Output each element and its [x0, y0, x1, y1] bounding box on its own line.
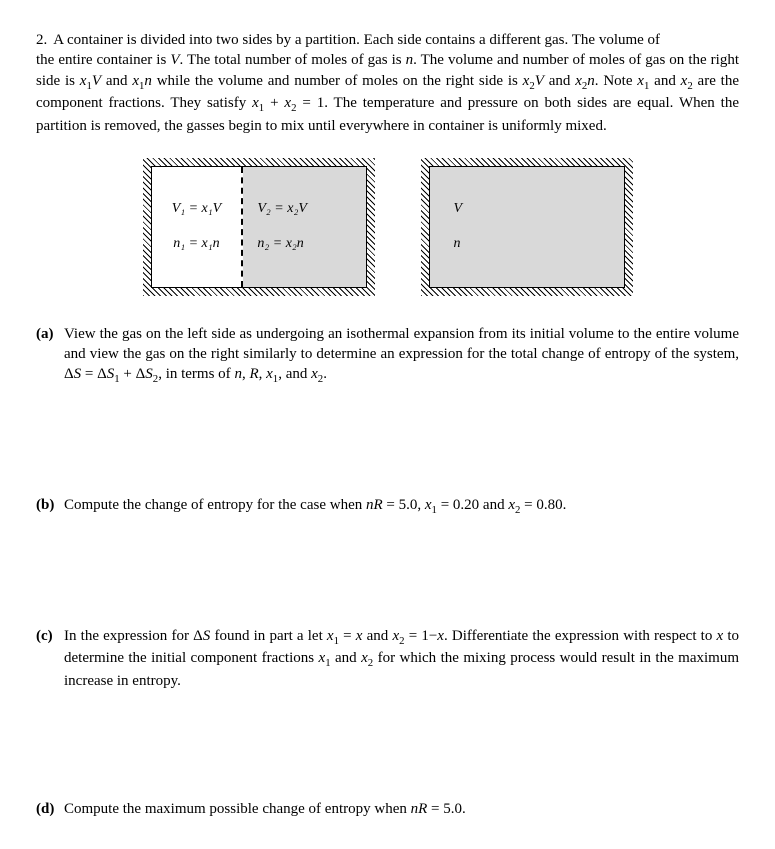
n2-label: n₂ = x₂n — [257, 235, 303, 254]
mixed-compartment: V n — [430, 167, 624, 287]
part-c-text: In the expression for ΔS found in part a… — [64, 626, 739, 691]
part-a-label: (a) — [36, 324, 64, 387]
n1-label: n₁ = x₁n — [173, 235, 219, 254]
figure: V₁ = x₁V n₁ = x₁n V₂ = x₂V n₂ = x₂n V n — [36, 158, 739, 296]
problem-statement: 2. A container is divided into two sides… — [36, 30, 739, 136]
right-compartment: V₂ = x₂V n₂ = x₂n — [243, 167, 365, 287]
part-a-text: View the gas on the left side as undergo… — [64, 324, 739, 387]
part-c: (c) In the expression for ΔS found in pa… — [36, 626, 739, 691]
part-a: (a) View the gas on the left side as und… — [36, 324, 739, 387]
part-d-label: (d) — [36, 799, 64, 819]
part-b-label: (b) — [36, 495, 64, 518]
part-d-text: Compute the maximum possible change of e… — [64, 799, 739, 819]
v2-label: V₂ = x₂V — [257, 200, 307, 219]
partitioned-container: V₁ = x₁V n₁ = x₁n V₂ = x₂V n₂ = x₂n — [143, 158, 375, 296]
part-b: (b) Compute the change of entropy for th… — [36, 495, 739, 518]
left-compartment: V₁ = x₁V n₁ = x₁n — [152, 167, 244, 287]
problem-body: A container is divided into two sides by… — [53, 30, 660, 50]
part-b-text: Compute the change of entropy for the ca… — [64, 495, 739, 518]
problem-number: 2. — [36, 30, 47, 50]
mixed-container: V n — [421, 158, 633, 296]
n-label: n — [454, 235, 461, 254]
part-d: (d) Compute the maximum possible change … — [36, 799, 739, 819]
v-label: V — [454, 200, 463, 219]
part-c-label: (c) — [36, 626, 64, 691]
page-content: 2. A container is divided into two sides… — [36, 30, 739, 819]
v1-label: V₁ = x₁V — [172, 200, 222, 219]
